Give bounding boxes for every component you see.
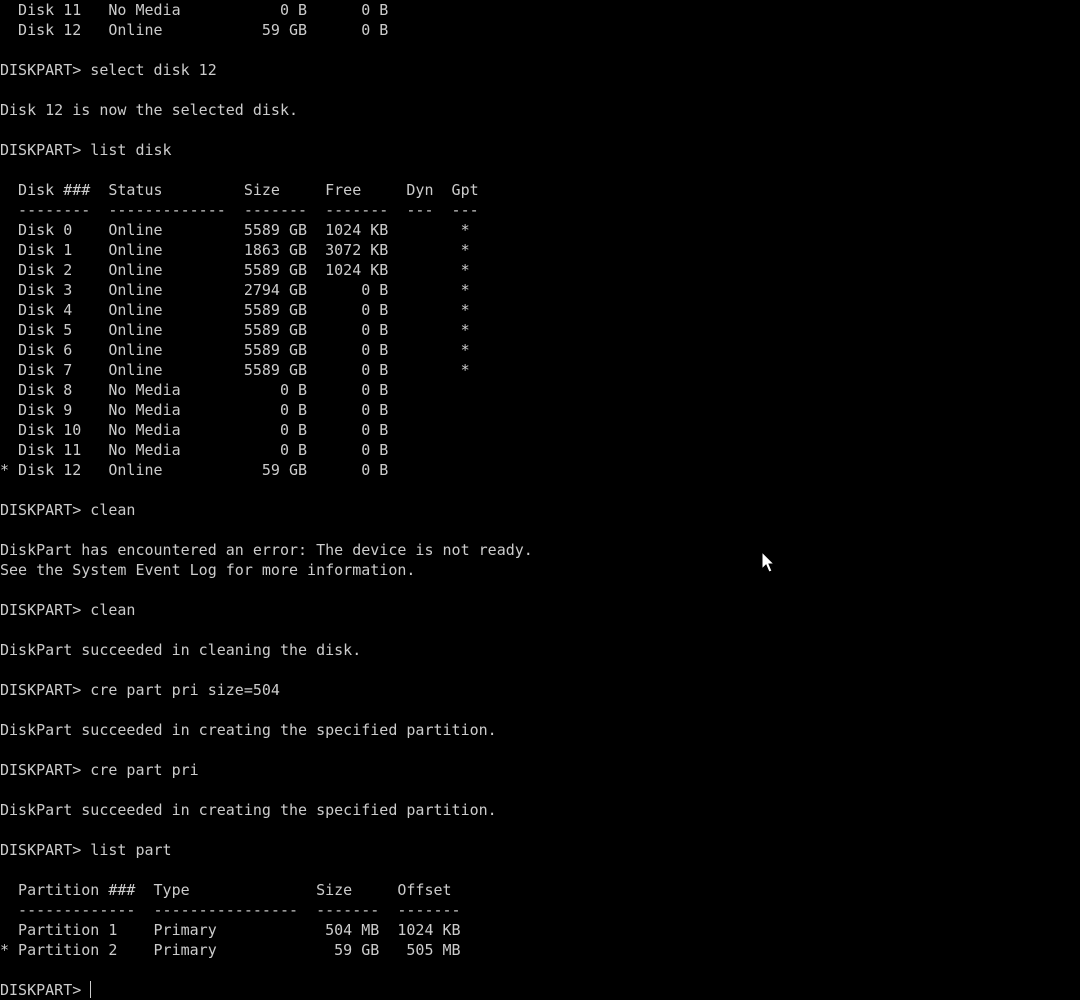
console-line: Disk 2 Online 5589 GB 1024 KB *	[0, 261, 470, 279]
console-line: DiskPart succeeded in creating the speci…	[0, 721, 497, 739]
text-caret	[90, 981, 92, 998]
console-line: Partition 1 Primary 504 MB 1024 KB	[0, 921, 461, 939]
console-line: Disk 4 Online 5589 GB 0 B *	[0, 301, 470, 319]
mouse-pointer-icon	[761, 551, 776, 573]
console-line: DISKPART> clean	[0, 501, 136, 519]
console-line: * Disk 12 Online 59 GB 0 B	[0, 461, 389, 479]
console-line: Partition ### Type Size Offset	[0, 881, 452, 899]
console-line: Disk 11 No Media 0 B 0 B	[0, 441, 389, 459]
console-line: Disk 0 Online 5589 GB 1024 KB *	[0, 221, 470, 239]
console-line: Disk 11 No Media 0 B 0 B	[0, 1, 389, 19]
console-line: DiskPart succeeded in creating the speci…	[0, 801, 497, 819]
console-line: -------- ------------- ------- ------- -…	[0, 201, 479, 219]
console-line: DISKPART> clean	[0, 601, 136, 619]
console-line: DISKPART> list part	[0, 841, 172, 859]
console-output: Disk 11 No Media 0 B 0 B Disk 12 Online …	[0, 0, 1080, 980]
console-line: Disk ### Status Size Free Dyn Gpt	[0, 181, 479, 199]
console-line: Disk 7 Online 5589 GB 0 B *	[0, 361, 470, 379]
console-line: DISKPART> select disk 12	[0, 61, 217, 79]
console-line: ------------- ---------------- ------- -…	[0, 901, 461, 919]
console-line: DiskPart succeeded in cleaning the disk.	[0, 641, 362, 659]
console-line: Disk 1 Online 1863 GB 3072 KB *	[0, 241, 470, 259]
console-line: DISKPART> cre part pri	[0, 761, 199, 779]
console-line: Disk 8 No Media 0 B 0 B	[0, 381, 389, 399]
console-line: See the System Event Log for more inform…	[0, 561, 416, 579]
console-line: Disk 10 No Media 0 B 0 B	[0, 421, 389, 439]
console-line: Disk 3 Online 2794 GB 0 B *	[0, 281, 470, 299]
console-line: * Partition 2 Primary 59 GB 505 MB	[0, 941, 461, 959]
console-line: Disk 5 Online 5589 GB 0 B *	[0, 321, 470, 339]
command-prompt-line[interactable]: DISKPART>	[0, 980, 1080, 1000]
console-window[interactable]: Disk 11 No Media 0 B 0 B Disk 12 Online …	[0, 0, 1080, 1000]
console-line: DISKPART> cre part pri size=504	[0, 681, 280, 699]
prompt-label: DISKPART>	[0, 981, 91, 999]
console-line: Disk 9 No Media 0 B 0 B	[0, 401, 389, 419]
console-line: Disk 12 is now the selected disk.	[0, 101, 299, 119]
console-line: DiskPart has encountered an error: The d…	[0, 541, 533, 559]
console-line: Disk 6 Online 5589 GB 0 B *	[0, 341, 470, 359]
console-line: DISKPART> list disk	[0, 141, 172, 159]
console-line: Disk 12 Online 59 GB 0 B	[0, 21, 389, 39]
